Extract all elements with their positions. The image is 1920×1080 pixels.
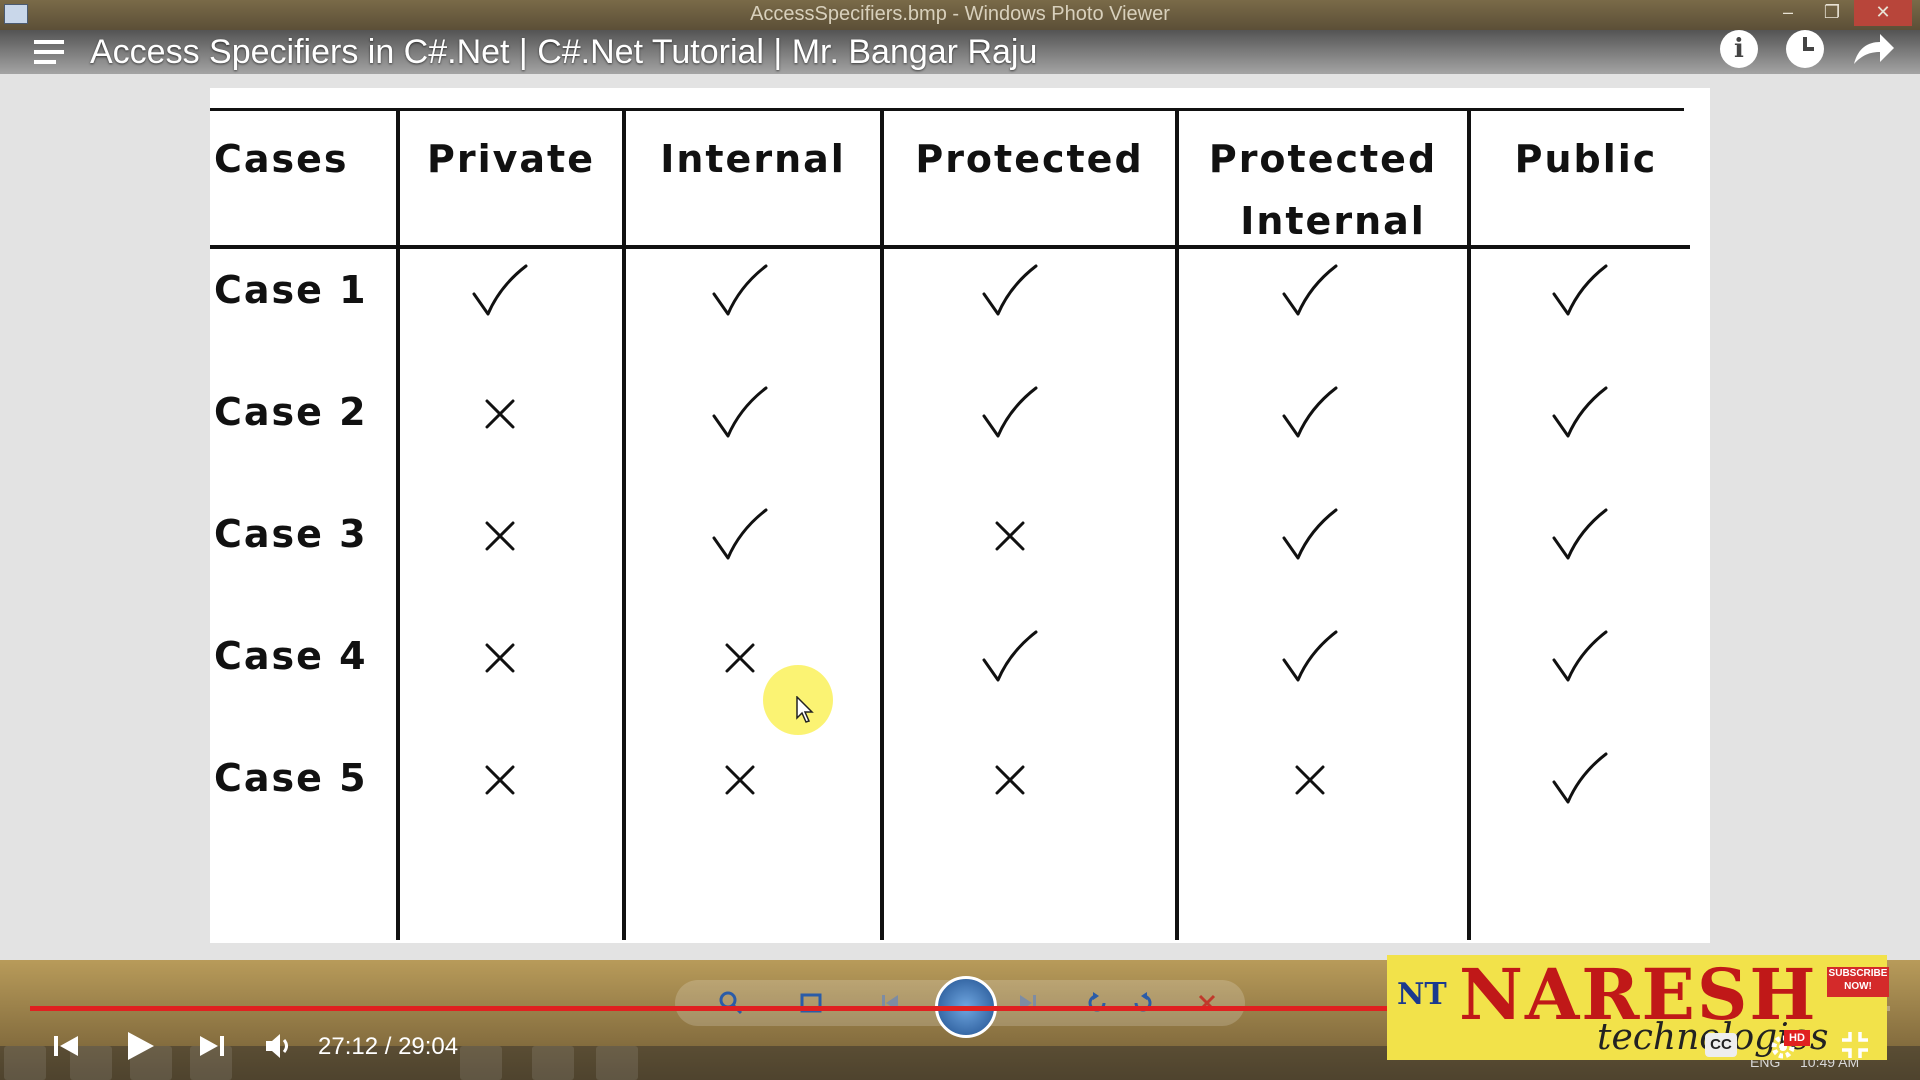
check-mark-icon [1280, 630, 1340, 686]
check-mark-icon [1550, 264, 1610, 320]
header-protected: Protected [915, 137, 1144, 181]
playlist-menu-icon[interactable] [34, 36, 74, 70]
access-specifier-table: Cases Private Internal Protected Protect… [210, 88, 1710, 943]
header-private: Private [427, 137, 595, 181]
subscribe-badge[interactable]: SUBSCRIBE NOW! [1827, 967, 1889, 997]
check-mark-icon [1280, 386, 1340, 442]
check-mark-icon [710, 386, 770, 442]
header-internal: Internal [660, 137, 846, 181]
window-titlebar: AccessSpecifiers.bmp - Windows Photo Vie… [0, 0, 1920, 30]
row-label-case-5: Case 5 [214, 756, 368, 800]
video-title[interactable]: Access Specifiers in C#.Net | C#.Net Tut… [90, 30, 1037, 74]
column-divider [396, 108, 400, 940]
column-divider [622, 108, 626, 940]
previous-image-icon[interactable] [878, 990, 904, 1016]
check-mark-icon [1550, 630, 1610, 686]
table-top-border [210, 108, 1684, 111]
column-divider [880, 108, 884, 940]
previous-video-icon[interactable] [52, 1028, 82, 1064]
cross-mark-icon [992, 762, 1028, 798]
header-protected-internal-line1: Protected [1208, 137, 1438, 181]
rotate-counterclockwise-icon[interactable] [1084, 990, 1110, 1016]
window-title: AccessSpecifiers.bmp - Windows Photo Vie… [750, 3, 1170, 25]
watch-later-clock-icon[interactable] [1786, 30, 1824, 68]
info-icon[interactable]: i [1720, 30, 1758, 68]
cross-mark-icon [482, 762, 518, 798]
next-image-icon[interactable] [1014, 990, 1040, 1016]
row-label-case-4: Case 4 [214, 634, 368, 678]
rotate-clockwise-icon[interactable] [1130, 990, 1156, 1016]
check-mark-icon [980, 264, 1040, 320]
captions-button[interactable]: CC [1705, 1033, 1737, 1057]
hd-badge: HD [1784, 1030, 1810, 1046]
check-mark-icon [470, 264, 530, 320]
cross-mark-icon [482, 640, 518, 676]
mouse-pointer-icon [796, 695, 816, 724]
check-mark-icon [1280, 264, 1340, 320]
photo-viewer-app-icon [4, 4, 28, 24]
cross-mark-icon [1292, 762, 1328, 798]
check-mark-icon [1280, 508, 1340, 564]
check-mark-icon [1550, 386, 1610, 442]
cross-mark-icon [992, 518, 1028, 554]
cross-mark-icon [482, 518, 518, 554]
naresh-technologies-logo: NT NARESH technologies SUBSCRIBE NOW! [1387, 955, 1889, 1060]
maximize-button[interactable]: ❐ [1810, 0, 1854, 26]
visual-studio-taskbar-icon[interactable] [532, 1046, 574, 1080]
row-label-case-1: Case 1 [214, 268, 368, 312]
header-public: Public [1514, 137, 1658, 181]
check-mark-icon [1550, 752, 1610, 808]
row-label-case-2: Case 2 [214, 390, 368, 434]
zoom-icon[interactable] [718, 990, 744, 1016]
start-button[interactable] [4, 1046, 46, 1080]
photo-viewer-taskbar-icon[interactable] [596, 1046, 638, 1080]
volume-icon[interactable] [262, 1028, 298, 1064]
taskbar-app[interactable] [460, 1046, 502, 1080]
check-mark-icon [980, 630, 1040, 686]
minimize-button[interactable]: – [1766, 0, 1810, 26]
header-cases: Cases [214, 137, 349, 181]
play-icon[interactable] [124, 1028, 156, 1064]
actual-size-icon[interactable] [798, 990, 824, 1016]
check-mark-icon [980, 386, 1040, 442]
check-mark-icon [710, 264, 770, 320]
cross-mark-icon [722, 762, 758, 798]
check-mark-icon [1550, 508, 1610, 564]
exit-fullscreen-icon[interactable] [1840, 1030, 1870, 1060]
cross-mark-icon [482, 396, 518, 432]
cross-mark-icon [722, 640, 758, 676]
row-label-case-3: Case 3 [214, 512, 368, 556]
header-protected-internal-line2: Internal [1240, 199, 1426, 243]
time-display: 27:12 / 29:04 [318, 1033, 459, 1060]
next-video-icon[interactable] [196, 1028, 226, 1064]
check-mark-icon [710, 508, 770, 564]
delete-icon[interactable] [1194, 990, 1220, 1016]
share-arrow-icon[interactable] [1850, 30, 1898, 70]
close-window-button[interactable]: ✕ [1854, 0, 1912, 26]
video-header-overlay: Access Specifiers in C#.Net | C#.Net Tut… [0, 30, 1920, 74]
column-divider [1175, 108, 1179, 940]
logo-mark: NT [1397, 977, 1447, 1012]
